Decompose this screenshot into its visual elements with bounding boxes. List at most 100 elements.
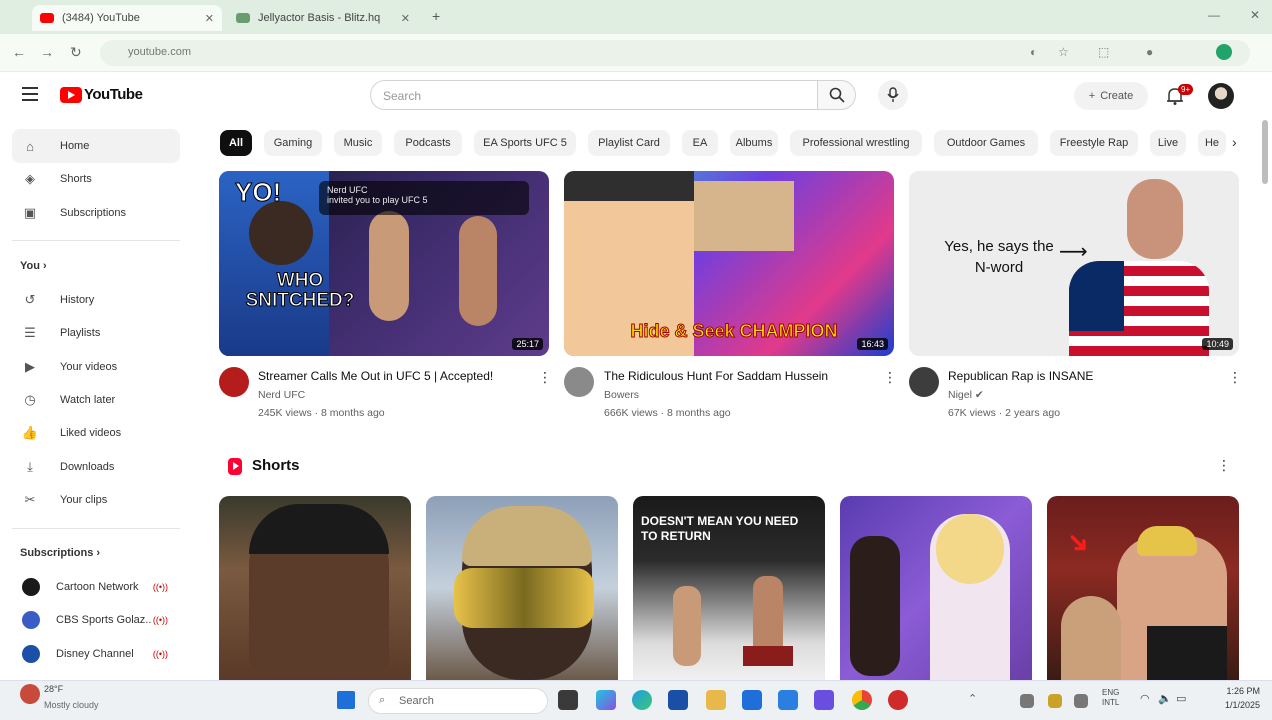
wifi-icon[interactable]: ◠: [1140, 692, 1150, 705]
sidebar-subscriptions-heading[interactable]: Subscriptions ›: [20, 547, 100, 559]
more-options-icon[interactable]: ⋮: [1228, 369, 1242, 386]
sidebar-item-history[interactable]: ↺ History: [12, 283, 180, 317]
browser-tab-2[interactable]: Jellyactor Basis - Blitz.hq ✕: [228, 5, 418, 31]
account-icon[interactable]: [1216, 44, 1232, 60]
sidebar-subscription-cartoon-network[interactable]: Cartoon Network ((•)): [12, 570, 180, 604]
channel-name[interactable]: Bowers: [604, 389, 639, 401]
create-button[interactable]: + Create: [1074, 82, 1148, 110]
page-scrollbar[interactable]: [1262, 120, 1268, 184]
chip-professional-wrestling[interactable]: Professional wrestling: [790, 130, 922, 156]
chip-label: Professional wrestling: [802, 137, 910, 149]
browser-tab-youtube[interactable]: (3484) YouTube ✕: [32, 5, 222, 31]
back-icon[interactable]: ←: [12, 44, 26, 60]
weather-temp[interactable]: 28°F: [44, 684, 63, 694]
chip-freestyle-rap[interactable]: Freestyle Rap: [1050, 130, 1138, 156]
app-icon[interactable]: [668, 690, 688, 710]
forward-icon[interactable]: →: [40, 44, 54, 60]
video-thumbnail[interactable]: Hide & Seek CHAMPION 16:43: [564, 171, 894, 356]
store-icon[interactable]: [778, 690, 798, 710]
chip-outdoor-games[interactable]: Outdoor Games: [934, 130, 1038, 156]
video-title[interactable]: The Ridiculous Hunt For Saddam Hussein: [604, 369, 874, 383]
clock-time[interactable]: 1:26 PM: [1204, 686, 1260, 696]
sidebar-item-subscriptions[interactable]: ▣ Subscriptions: [12, 196, 180, 230]
window-close-icon[interactable]: ✕: [1250, 8, 1260, 22]
extensions-icon[interactable]: ⬚: [1098, 45, 1112, 59]
sidebar-subscription-disney[interactable]: Disney Channel ((•)): [12, 637, 180, 671]
chips-next-icon[interactable]: ›: [1232, 134, 1237, 150]
sidebar-item-clips[interactable]: ✂ Your clips: [12, 483, 180, 517]
sidebar-item-watch-later[interactable]: ◷ Watch later: [12, 383, 180, 417]
taskbar-search-input[interactable]: ⌕ Search: [368, 688, 548, 714]
tray-chevron-icon[interactable]: ⌃: [968, 692, 977, 705]
weather-icon[interactable]: [20, 684, 40, 704]
chip-ea[interactable]: EA: [682, 130, 718, 156]
sidebar-subscription-cbs-sports[interactable]: CBS Sports Golaz.. ((•)): [12, 603, 180, 637]
video-title[interactable]: Streamer Calls Me Out in UFC 5 | Accepte…: [258, 369, 528, 383]
short-thumbnail[interactable]: [840, 496, 1032, 680]
short-thumbnail[interactable]: [426, 496, 618, 680]
sidebar-you-heading[interactable]: You ›: [20, 260, 47, 272]
minimize-icon[interactable]: —: [1208, 8, 1220, 22]
short-thumbnail[interactable]: DOESN'T MEAN YOU NEED TO RETURN: [633, 496, 825, 680]
copilot-icon[interactable]: [596, 690, 616, 710]
volume-icon[interactable]: 🔈: [1158, 692, 1172, 705]
reload-icon[interactable]: ↻: [70, 44, 82, 61]
url-input[interactable]: youtube.com: [100, 40, 1250, 66]
translate-icon[interactable]: ◐: [1030, 45, 1044, 59]
bookmark-icon[interactable]: ☆: [1058, 45, 1072, 59]
video-thumbnail[interactable]: Nerd UFC invited you to play UFC 5 YO! W…: [219, 171, 549, 356]
sidebar-item-playlists[interactable]: ☰ Playlists: [12, 316, 180, 350]
sidebar-item-liked-videos[interactable]: 👍 Liked videos: [12, 416, 180, 450]
app-icon[interactable]: [888, 690, 908, 710]
channel-name[interactable]: Nigel ✔: [948, 389, 984, 401]
chip-more[interactable]: He: [1198, 130, 1226, 156]
tray-app-icon[interactable]: [1048, 694, 1062, 708]
chip-all[interactable]: All: [220, 130, 252, 156]
windows-start-icon[interactable]: [337, 691, 355, 709]
video-thumbnail[interactable]: Yes, he says the N-word ⟶ 10:49: [909, 171, 1239, 356]
more-options-icon[interactable]: ⋮: [538, 369, 552, 386]
user-avatar[interactable]: [1208, 83, 1234, 109]
language-indicator[interactable]: ENG INTL: [1102, 688, 1132, 708]
video-title[interactable]: Republican Rap is INSANE: [948, 369, 1218, 383]
search-button[interactable]: [818, 80, 856, 110]
chip-albums[interactable]: Albums: [730, 130, 778, 156]
task-view-icon[interactable]: [558, 690, 578, 710]
channel-avatar[interactable]: [909, 367, 939, 397]
edge-icon[interactable]: [632, 690, 652, 710]
thumbnail-fighter: [369, 211, 409, 321]
teams-icon[interactable]: [814, 690, 834, 710]
profile-icon[interactable]: ●: [1146, 45, 1160, 59]
sidebar-item-shorts[interactable]: ◈ Shorts: [12, 162, 180, 196]
channel-avatar[interactable]: [564, 367, 594, 397]
shorts-more-options-icon[interactable]: ⋮: [1217, 457, 1231, 474]
chrome-icon[interactable]: [852, 690, 872, 710]
thumbnail-person: [1127, 179, 1183, 259]
tray-app-icon[interactable]: [1020, 694, 1034, 708]
close-tab-icon[interactable]: ✕: [205, 12, 214, 25]
file-explorer-icon[interactable]: [706, 690, 726, 710]
chip-live[interactable]: Live: [1150, 130, 1186, 156]
battery-icon[interactable]: ▭: [1176, 692, 1186, 705]
new-tab-icon[interactable]: +: [432, 8, 440, 24]
hamburger-menu-icon[interactable]: [22, 87, 38, 101]
chip-podcasts[interactable]: Podcasts: [394, 130, 462, 156]
search-input[interactable]: Search: [370, 80, 818, 110]
chip-music[interactable]: Music: [334, 130, 382, 156]
chip-playlist-card[interactable]: Playlist Card: [588, 130, 670, 156]
more-options-icon[interactable]: ⋮: [883, 369, 897, 386]
voice-search-button[interactable]: [878, 80, 908, 110]
short-thumbnail[interactable]: ➜: [1047, 496, 1239, 680]
sidebar-item-downloads[interactable]: ⤓ Downloads: [12, 450, 180, 484]
youtube-logo[interactable]: YouTube: [60, 86, 143, 103]
sidebar-item-your-videos[interactable]: ▶ Your videos: [12, 350, 180, 384]
channel-avatar[interactable]: [219, 367, 249, 397]
chip-ea-sports-ufc5[interactable]: EA Sports UFC 5: [474, 130, 576, 156]
tray-app-icon[interactable]: [1074, 694, 1088, 708]
chip-gaming[interactable]: Gaming: [264, 130, 322, 156]
close-tab-icon[interactable]: ✕: [401, 12, 410, 25]
channel-name[interactable]: Nerd UFC: [258, 389, 305, 401]
short-thumbnail[interactable]: [219, 496, 411, 680]
sidebar-item-home[interactable]: ⌂ Home: [12, 129, 180, 163]
mail-icon[interactable]: [742, 690, 762, 710]
